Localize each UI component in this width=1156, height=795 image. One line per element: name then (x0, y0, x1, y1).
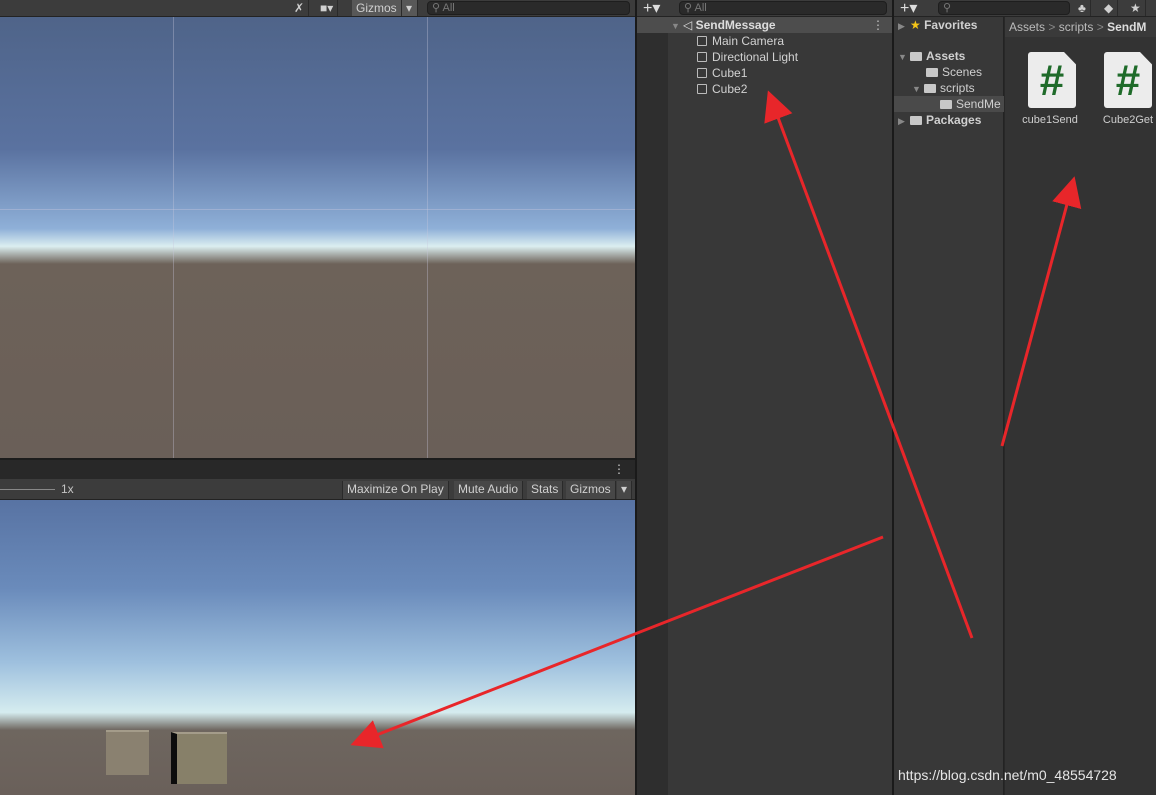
watermark: https://blog.csdn.net/m0_48554728 (898, 767, 1117, 783)
annotation-arrows (350, 90, 1082, 749)
arrow-to-scripts (1000, 176, 1082, 447)
arrow-to-game (350, 535, 884, 749)
arrow-to-hierarchy (764, 90, 974, 639)
